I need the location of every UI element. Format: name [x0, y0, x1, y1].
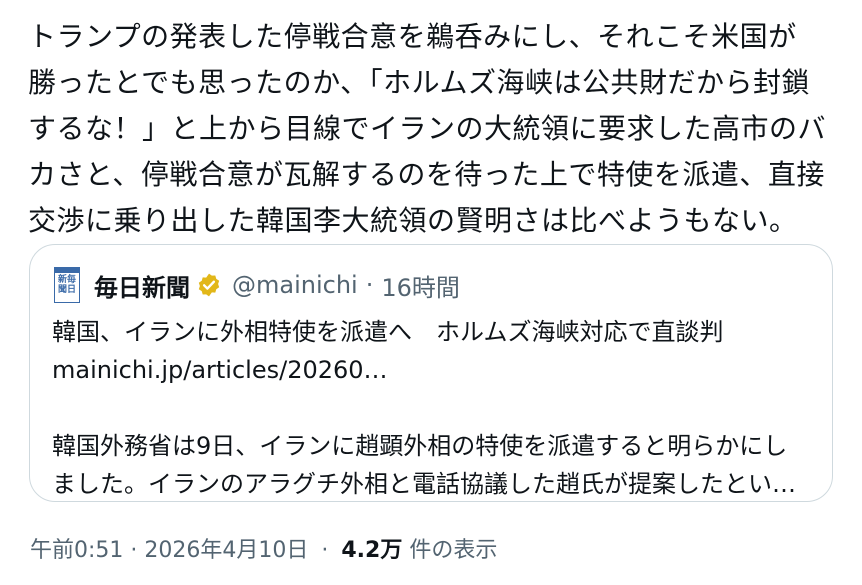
- tweet-meta: 午前0:51 · 2026年4月10日 · 4.2万 件の表示: [30, 532, 497, 564]
- views-label: 件の表示: [409, 538, 498, 563]
- avatar-bar: [55, 268, 79, 273]
- avatar[interactable]: 新毎 聞日: [54, 267, 80, 303]
- meta-separator: ·: [321, 538, 329, 563]
- display-name[interactable]: 毎日新聞: [94, 268, 190, 303]
- quoted-summary-line: ました。イランのアラグチ外相と電話協議した趙氏が提案したとい…: [52, 470, 796, 498]
- views-count[interactable]: 4.2万: [341, 538, 402, 563]
- quoted-spacer: [52, 389, 822, 427]
- quoted-tweet-body: 韓国、イランに外相特使を派遣へ ホルムズ海峡対応で直談判 mainichi.jp…: [52, 313, 822, 503]
- quoted-link[interactable]: mainichi.jp/articles/20260…: [52, 351, 822, 389]
- post-time[interactable]: 16時間: [381, 268, 460, 303]
- timestamp[interactable]: 午前0:51 · 2026年4月10日: [30, 538, 308, 563]
- handle[interactable]: @mainichi: [232, 271, 358, 299]
- tweet-text: トランプの発表した停戦合意を鵜呑みにし、それこそ米国が 勝ったとでも思ったのか、…: [28, 20, 827, 237]
- verified-badge-icon: [198, 273, 220, 297]
- quoted-headline: 韓国、イランに外相特使を派遣へ ホルムズ海峡対応で直談判: [52, 318, 724, 346]
- quoted-tweet-card[interactable]: 新毎 聞日 毎日新聞 @mainichi · 16時間 韓国、イランに外相特使を…: [29, 244, 833, 502]
- header-separator: ·: [365, 271, 374, 299]
- quoted-tweet-header: 新毎 聞日 毎日新聞 @mainichi · 16時間: [54, 265, 460, 305]
- avatar-glyph: 新毎 聞日: [57, 275, 76, 295]
- quoted-summary-line: 韓国外務省は9日、イランに趙顕外相の特使を派遣すると明らかにし: [52, 432, 788, 460]
